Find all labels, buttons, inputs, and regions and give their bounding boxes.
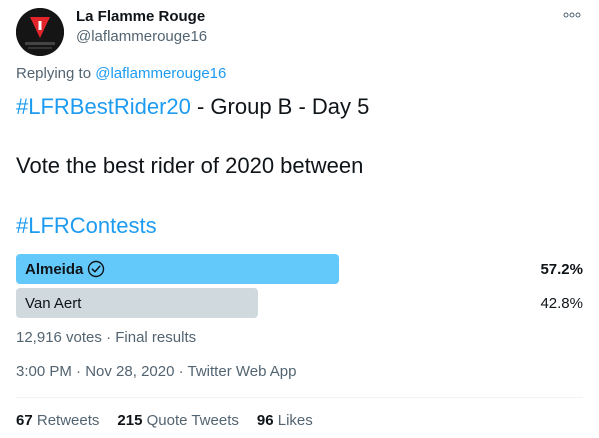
likes-label: Likes: [277, 412, 313, 429]
retweets-label: Retweets: [36, 412, 100, 429]
poll-option-percent: 42.8%: [540, 294, 583, 312]
likes-count: 96: [256, 412, 274, 429]
poll-option-label: Van Aert: [25, 288, 81, 318]
tweet-text-line-2: Vote the best rider of 2020 between: [16, 153, 364, 178]
timestamp-separator-2: ·: [174, 363, 188, 380]
tweet-header: La Flamme Rouge @laflammerouge16: [16, 6, 583, 56]
more-options-button[interactable]: [561, 6, 583, 24]
quotes-count: 215: [117, 412, 143, 429]
engagement-stats: 67 Retweets 215 Quote Tweets 96 Likes: [16, 412, 331, 429]
poll-option-label: Almeida: [25, 254, 105, 284]
avatar[interactable]: [16, 8, 64, 56]
poll-votes: 12,916 votes: [16, 329, 102, 346]
divider: [16, 397, 583, 398]
quote-tweets-stat[interactable]: 215 Quote Tweets: [117, 412, 238, 429]
poll-meta-separator: ·: [101, 329, 116, 346]
account-name[interactable]: La Flamme Rouge: [76, 8, 205, 25]
tweet-text-line-1: #LFRBestRider20 - Group B - Day 5: [16, 94, 369, 120]
quotes-label: Quote Tweets: [146, 412, 239, 429]
tweet-source[interactable]: Twitter Web App: [188, 363, 297, 380]
poll-meta: 12,916 votes · Final results: [16, 329, 196, 346]
tweet-text-line-1-rest: - Group B - Day 5: [190, 94, 370, 119]
replying-to: Replying to @laflammerouge16: [16, 65, 226, 82]
retweets-stat[interactable]: 67 Retweets: [16, 412, 99, 429]
poll-option-label-text: Van Aert: [25, 294, 82, 312]
poll-option-almeida: Almeida 57.2%: [16, 254, 583, 284]
account-handle[interactable]: @laflammerouge16: [76, 28, 207, 45]
more-dots-icon: [563, 12, 581, 18]
hashtag-lfrcontests[interactable]: #LFRContests: [16, 213, 157, 239]
replying-to-prefix: Replying to: [16, 65, 92, 82]
check-circle-icon: [88, 260, 105, 278]
la-flamme-rouge-logo-icon: [16, 8, 64, 56]
poll-status: Final results: [115, 329, 197, 346]
poll-option-percent: 57.2%: [540, 260, 583, 278]
tweet-date[interactable]: Nov 28, 2020: [85, 363, 174, 380]
retweets-count: 67: [16, 412, 33, 429]
hashtag-lfrbestrider20[interactable]: #LFRBestRider20: [16, 94, 191, 119]
replying-to-mention[interactable]: @laflammerouge16: [95, 65, 226, 82]
timestamp-separator: ·: [71, 363, 86, 380]
likes-stat[interactable]: 96 Likes: [257, 412, 313, 429]
tweet-timestamp: 3:00 PM · Nov 28, 2020 · Twitter Web App: [16, 363, 296, 380]
tweet-time[interactable]: 3:00 PM: [16, 363, 72, 380]
poll-option-label-text: Almeida: [25, 260, 84, 278]
poll-option-van-aert: Van Aert 42.8%: [16, 288, 583, 318]
